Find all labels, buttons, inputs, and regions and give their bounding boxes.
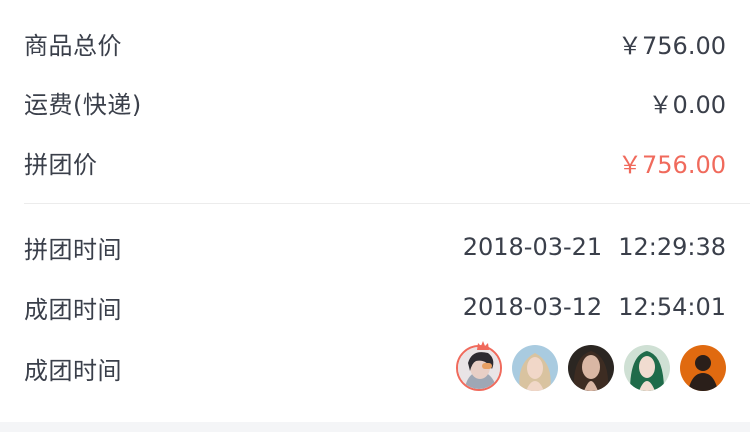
avatar-3-photo xyxy=(568,345,614,391)
group-start-time-label: 拼团时间 xyxy=(24,235,122,264)
avatar-4-photo xyxy=(624,345,670,391)
section-divider xyxy=(24,203,750,204)
leader-avatar-wrap xyxy=(446,341,502,391)
member-avatar-list xyxy=(446,341,726,391)
shipping-value: ￥0.00 xyxy=(648,90,726,119)
avatar-5-photo xyxy=(680,345,726,391)
leader-crown-icon xyxy=(477,341,489,350)
member-avatar-5[interactable] xyxy=(680,345,726,391)
group-complete-clock: 12:54:01 xyxy=(618,293,726,321)
member-avatar-2[interactable] xyxy=(512,345,558,391)
group-price-label: 拼团价 xyxy=(24,150,98,179)
group-start-date: 2018-03-21 xyxy=(462,233,603,261)
group-price-value: ￥756.00 xyxy=(618,150,726,179)
goods-total-label: 商品总价 xyxy=(24,31,122,60)
row-group-complete-time: 成团时间 2018-03-12 12:54:01 xyxy=(24,277,726,337)
group-start-clock: 12:29:38 xyxy=(618,233,726,261)
row-group-start-time: 拼团时间 2018-03-21 12:29:38 xyxy=(24,217,726,277)
order-summary-card: 商品总价 ￥756.00 运费(快递) ￥0.00 拼团价 ￥756.00 拼团… xyxy=(0,0,750,422)
member-avatar-3[interactable] xyxy=(568,345,614,391)
row-goods-total: 商品总价 ￥756.00 xyxy=(24,13,726,73)
group-members-label: 成团时间 xyxy=(24,356,122,385)
order-detail-page: 商品总价 ￥756.00 运费(快递) ￥0.00 拼团价 ￥756.00 拼团… xyxy=(0,0,750,432)
goods-total-value: ￥756.00 xyxy=(618,31,726,60)
row-shipping: 运费(快递) ￥0.00 xyxy=(24,72,726,132)
group-complete-time-value: 2018-03-12 12:54:01 xyxy=(463,293,726,321)
avatar-1-photo xyxy=(458,347,500,389)
member-avatar-4[interactable] xyxy=(624,345,670,391)
row-group-members: 成团时间 xyxy=(24,338,726,398)
shipping-label: 运费(快递) xyxy=(24,90,142,119)
row-group-price: 拼团价 ￥756.00 xyxy=(24,132,726,192)
avatar-2-photo xyxy=(512,345,558,391)
group-complete-time-label: 成团时间 xyxy=(24,295,122,324)
group-start-time-value: 2018-03-21 12:29:38 xyxy=(463,233,726,261)
group-complete-date: 2018-03-12 xyxy=(462,293,603,321)
